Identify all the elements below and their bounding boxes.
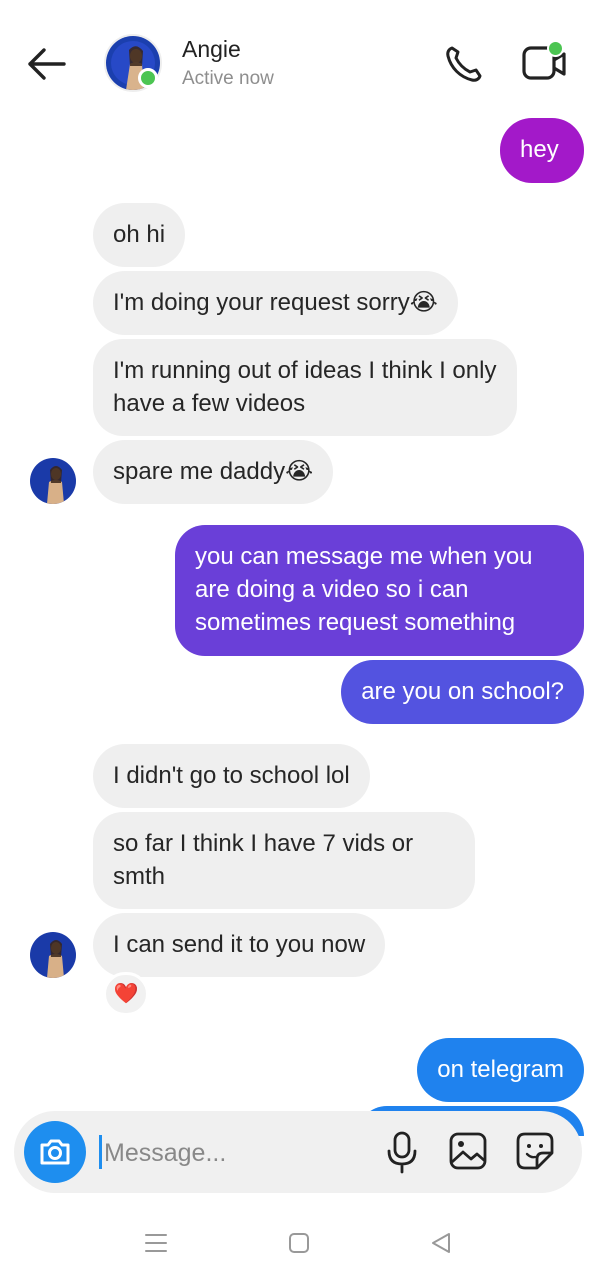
message-incoming[interactable]: I'm running out of ideas I think I only … xyxy=(93,339,517,436)
message-incoming[interactable]: I'm doing your request sorry😭 xyxy=(93,271,458,335)
contact-avatar-small[interactable] xyxy=(30,932,76,978)
message-incoming[interactable]: I didn't go to school lol xyxy=(93,744,370,808)
back-icon[interactable] xyxy=(430,1232,452,1254)
message-outgoing[interactable]: you can message me when you are doing a … xyxy=(175,525,584,656)
home-icon[interactable] xyxy=(289,1233,309,1253)
contact-name[interactable]: Angie xyxy=(182,36,241,63)
message-input[interactable] xyxy=(104,1133,364,1173)
text-cursor xyxy=(99,1135,102,1169)
message-incoming[interactable]: spare me daddy😭 xyxy=(93,440,334,504)
contact-avatar-small[interactable] xyxy=(30,458,76,504)
message-outgoing[interactable]: are you on school? xyxy=(341,660,584,724)
video-online-indicator xyxy=(547,40,564,57)
message-incoming[interactable]: I can send it to you now xyxy=(93,913,386,977)
active-status: Active now xyxy=(182,68,274,89)
message-incoming[interactable]: oh hi xyxy=(93,203,186,267)
online-indicator xyxy=(138,68,158,88)
camera-button[interactable] xyxy=(24,1121,86,1183)
heart-icon: ❤️ xyxy=(113,983,139,1005)
heart-reaction[interactable]: ❤️ xyxy=(103,972,149,1016)
camera-icon xyxy=(40,1139,70,1165)
message-incoming[interactable]: so far I think I have 7 vids or smth xyxy=(93,812,475,909)
menu-icon[interactable] xyxy=(145,1233,167,1253)
back-arrow-icon[interactable] xyxy=(24,44,68,84)
sticker-icon[interactable] xyxy=(515,1131,555,1171)
microphone-icon[interactable] xyxy=(384,1130,420,1174)
message-outgoing[interactable]: hey xyxy=(500,118,584,183)
gallery-icon[interactable] xyxy=(448,1131,488,1171)
phone-icon[interactable] xyxy=(440,40,488,88)
message-outgoing[interactable]: on telegram xyxy=(417,1038,584,1102)
